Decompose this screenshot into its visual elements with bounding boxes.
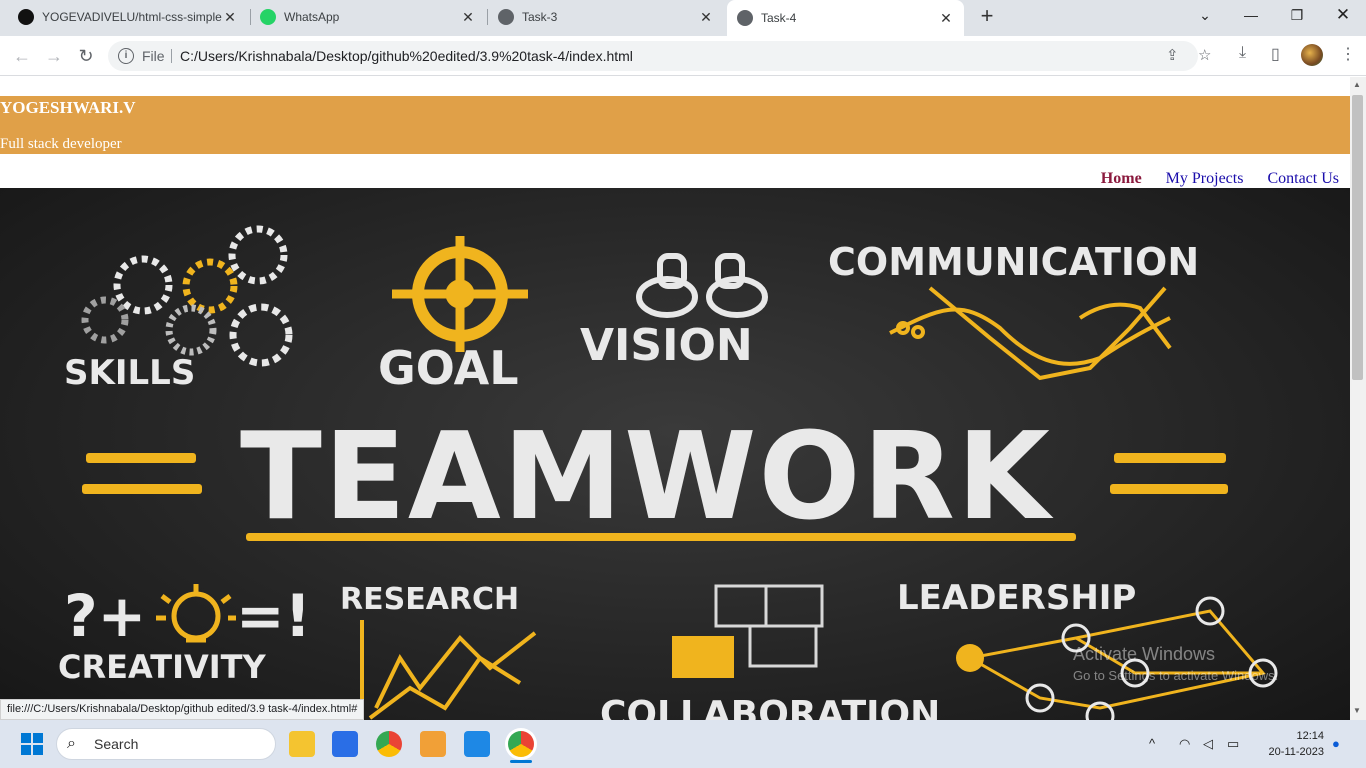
- site-header: YOGESHWARI.V Full stack developer: [0, 96, 1350, 154]
- side-panel-icon[interactable]: ▯: [1271, 44, 1280, 64]
- gears-icon: [81, 225, 293, 367]
- share-icon[interactable]: ⇪: [1166, 46, 1179, 64]
- tab-title: WhatsApp: [284, 10, 340, 24]
- tab-search-chevron-icon[interactable]: ⌄: [1182, 0, 1228, 32]
- teamwork-word: TEAMWORK: [240, 408, 1054, 547]
- research-word: RESEARCH: [340, 582, 519, 617]
- scroll-down-arrow-icon[interactable]: ▼: [1353, 706, 1361, 715]
- puzzle-icon: [672, 584, 824, 678]
- site-owner-name: YOGESHWARI.V: [0, 98, 136, 117]
- activate-windows-title: Activate Windows: [1073, 644, 1216, 664]
- maximize-button[interactable]: ❐: [1274, 0, 1320, 32]
- scroll-up-arrow-icon[interactable]: ▲: [1353, 80, 1361, 89]
- site-info-icon[interactable]: i: [118, 48, 134, 64]
- taskbar-search-box[interactable]: ⌕ Search: [56, 728, 276, 760]
- clock-time: 12:14: [1296, 730, 1324, 742]
- close-icon[interactable]: ✕: [698, 9, 714, 26]
- activate-windows-subtitle: Go to Settings to activate Windows.: [1073, 668, 1279, 683]
- site-tagline: Full stack developer: [0, 136, 122, 152]
- skills-word: SKILLS: [64, 353, 195, 393]
- tab-title: Task-3: [522, 10, 558, 24]
- whatsapp-icon: [260, 9, 276, 25]
- nav-contact-us-link[interactable]: Contact Us: [1267, 170, 1339, 188]
- volume-icon[interactable]: ◁: [1203, 736, 1213, 752]
- link-status-bar: file:///C:/Users/Krishnabala/Desktop/git…: [0, 699, 365, 720]
- research-chart-icon: [360, 620, 537, 720]
- reload-icon[interactable]: ↻: [74, 44, 98, 68]
- globe-icon: [737, 10, 753, 26]
- vscode-icon[interactable]: [464, 731, 490, 757]
- equals-exclaim-text: =!: [236, 582, 311, 650]
- leadership-word: LEADERSHIP: [897, 578, 1136, 618]
- lightbulb-icon: [156, 584, 236, 643]
- address-bar[interactable]: i File C:/Users/Krishnabala/Desktop/gith…: [108, 41, 1211, 71]
- creativity-word: CREATIVITY: [58, 648, 267, 686]
- close-icon[interactable]: ✕: [938, 10, 954, 27]
- new-tab-button[interactable]: +: [975, 5, 999, 29]
- communication-word: COMMUNICATION: [828, 240, 1199, 284]
- tab-task-4[interactable]: Task-4 ✕: [727, 0, 964, 36]
- handshake-icon: [889, 286, 1172, 381]
- binoculars-icon: [636, 253, 768, 318]
- site-nav: Home My Projects Contact Us: [1101, 170, 1339, 188]
- microsoft-store-icon[interactable]: [332, 731, 358, 757]
- tray-chevron-up-icon[interactable]: ^: [1149, 736, 1155, 751]
- profile-avatar[interactable]: [1301, 44, 1323, 66]
- app-puzzle-icon[interactable]: [420, 731, 446, 757]
- close-window-button[interactable]: ✕: [1320, 0, 1366, 32]
- menu-kebab-icon[interactable]: ⋮: [1340, 44, 1356, 64]
- scrollbar-thumb[interactable]: [1352, 95, 1363, 380]
- github-icon: [18, 9, 34, 25]
- clock-date: 20-11-2023: [1268, 746, 1324, 758]
- nav-home-link[interactable]: Home: [1101, 170, 1142, 188]
- teamwork-hero-image: SKILLS GOAL VISION COMMUNICATION TEAMWOR…: [0, 188, 1350, 720]
- url-text[interactable]: C:/Users/Krishnabala/Desktop/github%20ed…: [180, 48, 633, 64]
- wifi-icon[interactable]: ◠: [1179, 736, 1190, 752]
- windows-start-icon[interactable]: [21, 733, 43, 755]
- active-app-indicator: [510, 760, 532, 763]
- tab-title: YOGEVADIVELU/html-css-simple: [42, 10, 222, 24]
- address-divider: [171, 49, 172, 63]
- globe-icon: [498, 9, 514, 25]
- close-icon[interactable]: ✕: [460, 9, 476, 26]
- teamwork-chalkboard-graphic: SKILLS GOAL VISION COMMUNICATION TEAMWOR…: [58, 225, 1278, 720]
- target-icon: [392, 236, 528, 352]
- chrome-active-icon[interactable]: [508, 731, 534, 757]
- nav-my-projects-link[interactable]: My Projects: [1166, 170, 1244, 188]
- tab-strip: YOGEVADIVELU/html-css-simple ✕ WhatsApp …: [0, 0, 1366, 36]
- bookmark-star-icon[interactable]: ☆: [1198, 46, 1211, 64]
- notification-bell-icon[interactable]: ●: [1332, 736, 1340, 751]
- search-label: Search: [94, 736, 139, 752]
- forward-arrow-icon[interactable]: →: [42, 44, 66, 68]
- search-icon: ⌕: [67, 735, 76, 752]
- chrome-icon[interactable]: [376, 731, 402, 757]
- goal-word: GOAL: [378, 341, 519, 395]
- close-icon[interactable]: ✕: [222, 9, 238, 26]
- download-icon[interactable]: ⤓: [1239, 44, 1246, 62]
- vision-word: VISION: [580, 320, 753, 371]
- question-plus-text: ?+: [64, 582, 146, 650]
- tab-task-3[interactable]: Task-3 ✕: [488, 0, 724, 34]
- browser-toolbar: ← → ↻ i File C:/Users/Krishnabala/Deskto…: [0, 36, 1366, 76]
- battery-icon[interactable]: ▭: [1227, 736, 1239, 752]
- minimize-button[interactable]: —: [1228, 0, 1274, 32]
- file-explorer-icon[interactable]: [289, 731, 315, 757]
- web-page: YOGESHWARI.V Full stack developer Home M…: [0, 77, 1350, 720]
- back-arrow-icon[interactable]: ←: [10, 44, 34, 68]
- collaboration-word: COLLABORATION: [600, 694, 940, 720]
- tab-whatsapp[interactable]: WhatsApp ✕: [250, 0, 486, 34]
- tab-github[interactable]: YOGEVADIVELU/html-css-simple ✕: [8, 0, 248, 34]
- tab-title: Task-4: [761, 11, 797, 25]
- taskbar-clock[interactable]: 12:14 20-11-2023: [1258, 728, 1324, 760]
- scheme-label: File: [142, 48, 165, 64]
